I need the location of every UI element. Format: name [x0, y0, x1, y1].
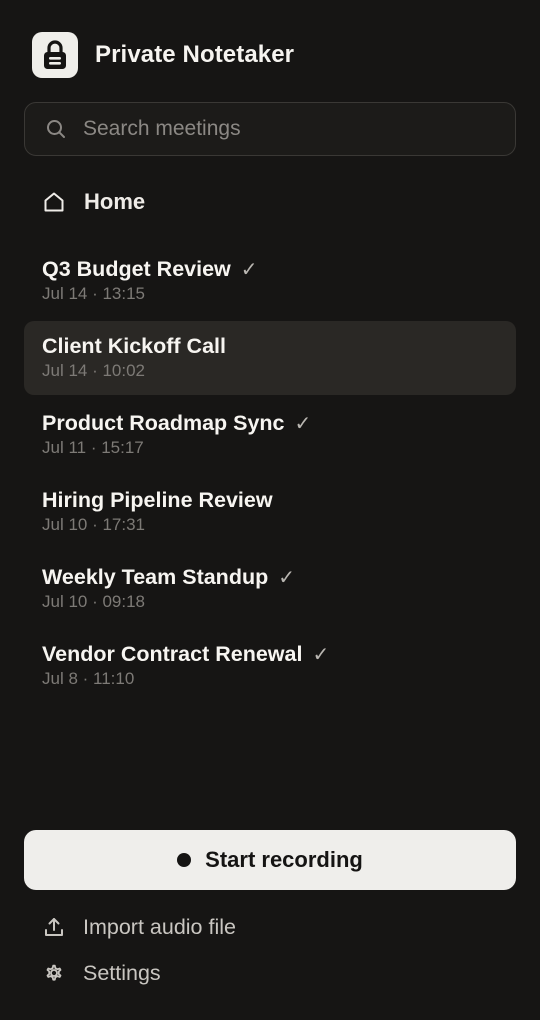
gear-icon	[46, 964, 62, 981]
start-recording-label: Start recording	[205, 847, 363, 872]
search-bar[interactable]	[24, 102, 516, 156]
start-recording-button[interactable]: Start recording	[24, 830, 516, 890]
meeting-item[interactable]: Weekly Team Standup ✓ Jul 10 · 09:18	[24, 552, 516, 626]
app-title: Private Notetaker	[95, 41, 295, 68]
meeting-item[interactable]: Hiring Pipeline Review Jul 10 · 17:31	[24, 475, 516, 549]
meeting-date: Jul 10 · 09:18	[42, 592, 146, 611]
record-dot-icon	[177, 853, 192, 867]
meeting-date: Jul 8 · 11:10	[42, 669, 135, 688]
meeting-title: Weekly Team Standup	[42, 564, 269, 589]
app-header: Private Notetaker	[32, 32, 294, 78]
check-icon: ✓	[278, 566, 295, 589]
meeting-item[interactable]: Vendor Contract Renewal ✓ Jul 8 · 11:10	[24, 629, 516, 703]
meeting-title: Q3 Budget Review	[42, 256, 231, 281]
meeting-item-selected[interactable]: Client Kickoff Call Jul 14 · 10:02	[24, 321, 516, 395]
meeting-item[interactable]: Product Roadmap Sync ✓ Jul 11 · 15:17	[24, 398, 516, 472]
search-icon	[47, 120, 65, 138]
home-label: Home	[84, 189, 146, 214]
import-audio-label: Import audio file	[83, 914, 236, 939]
upload-icon	[45, 918, 63, 936]
check-icon: ✓	[240, 258, 258, 281]
meeting-date: Jul 14 · 13:15	[42, 284, 146, 303]
settings-label: Settings	[83, 960, 161, 985]
meeting-title: Product Roadmap Sync	[42, 410, 285, 435]
check-icon: ✓	[312, 643, 330, 666]
meeting-item[interactable]: Q3 Budget Review ✓ Jul 14 · 13:15	[24, 244, 516, 318]
check-icon: ✓	[294, 412, 312, 435]
meeting-title: Client Kickoff Call	[42, 333, 226, 358]
meeting-date: Jul 11 · 15:17	[42, 438, 144, 457]
search-input[interactable]	[83, 117, 515, 141]
meeting-date: Jul 14 · 10:02	[42, 361, 146, 380]
meeting-date: Jul 10 · 17:31	[42, 515, 146, 534]
home-icon	[44, 192, 64, 212]
settings-button[interactable]: Settings	[42, 958, 161, 988]
import-audio-button[interactable]: Import audio file	[42, 912, 236, 942]
meeting-list: Q3 Budget Review ✓ Jul 14 · 13:15 Client…	[24, 244, 516, 706]
meeting-title: Vendor Contract Renewal	[42, 641, 303, 666]
nav-home[interactable]: Home	[42, 184, 145, 220]
lock-icon	[32, 32, 78, 78]
meeting-title: Hiring Pipeline Review	[42, 487, 273, 512]
